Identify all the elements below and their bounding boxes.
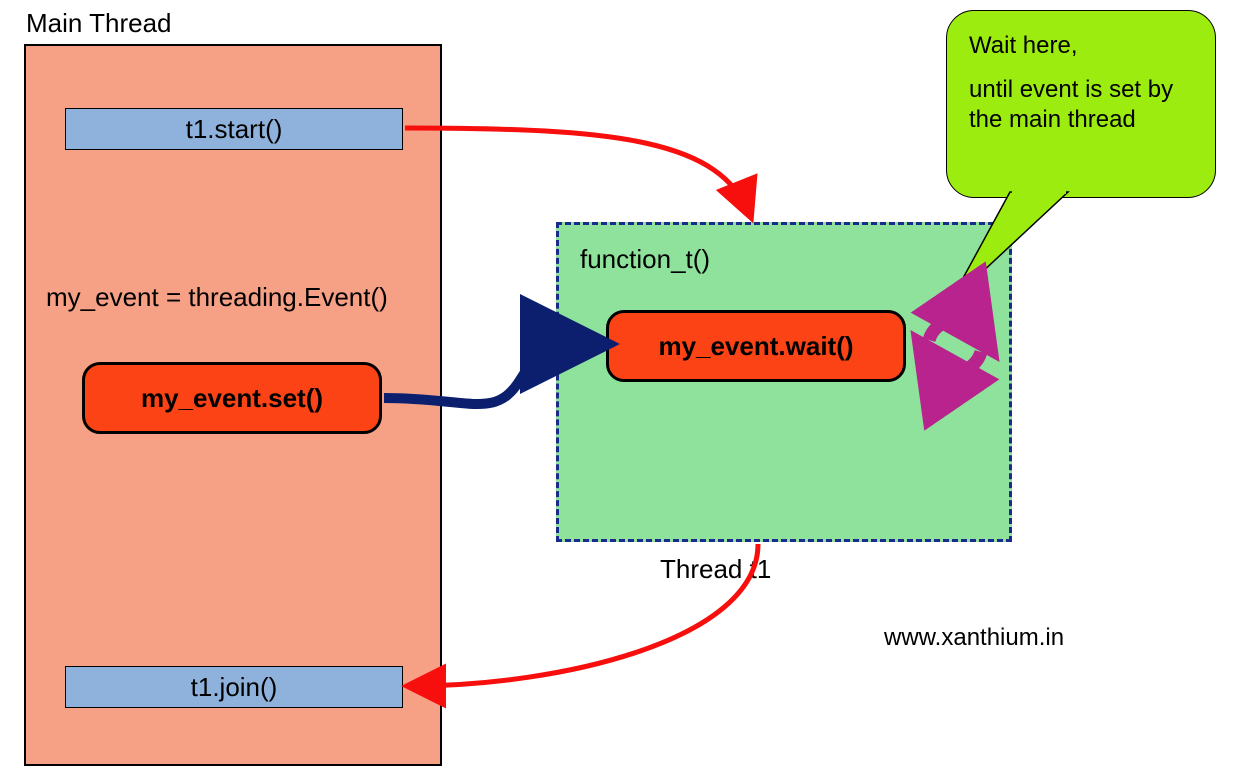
start-call-text: t1.start() [186,114,283,145]
main-thread-label: Main Thread [26,8,172,39]
callout-line2: until event is set by the main thread [969,75,1193,135]
worker-thread-label: Thread t1 [660,554,771,585]
event-wait-box: my_event.wait() [606,310,906,382]
function-label: function_t() [580,244,710,275]
event-wait-text: my_event.wait() [658,331,853,362]
event-declaration-text: my_event = threading.Event() [46,282,388,313]
website-url: www.xanthium.in [884,624,1064,652]
arrow-start-to-thread [405,128,750,215]
event-set-text: my_event.set() [141,383,323,414]
wait-callout: Wait here, until event is set by the mai… [946,10,1216,198]
start-call-box: t1.start() [65,108,403,150]
callout-line1: Wait here, [969,31,1193,61]
event-set-box: my_event.set() [82,362,382,434]
join-call-text: t1.join() [191,672,278,703]
join-call-box: t1.join() [65,666,403,708]
